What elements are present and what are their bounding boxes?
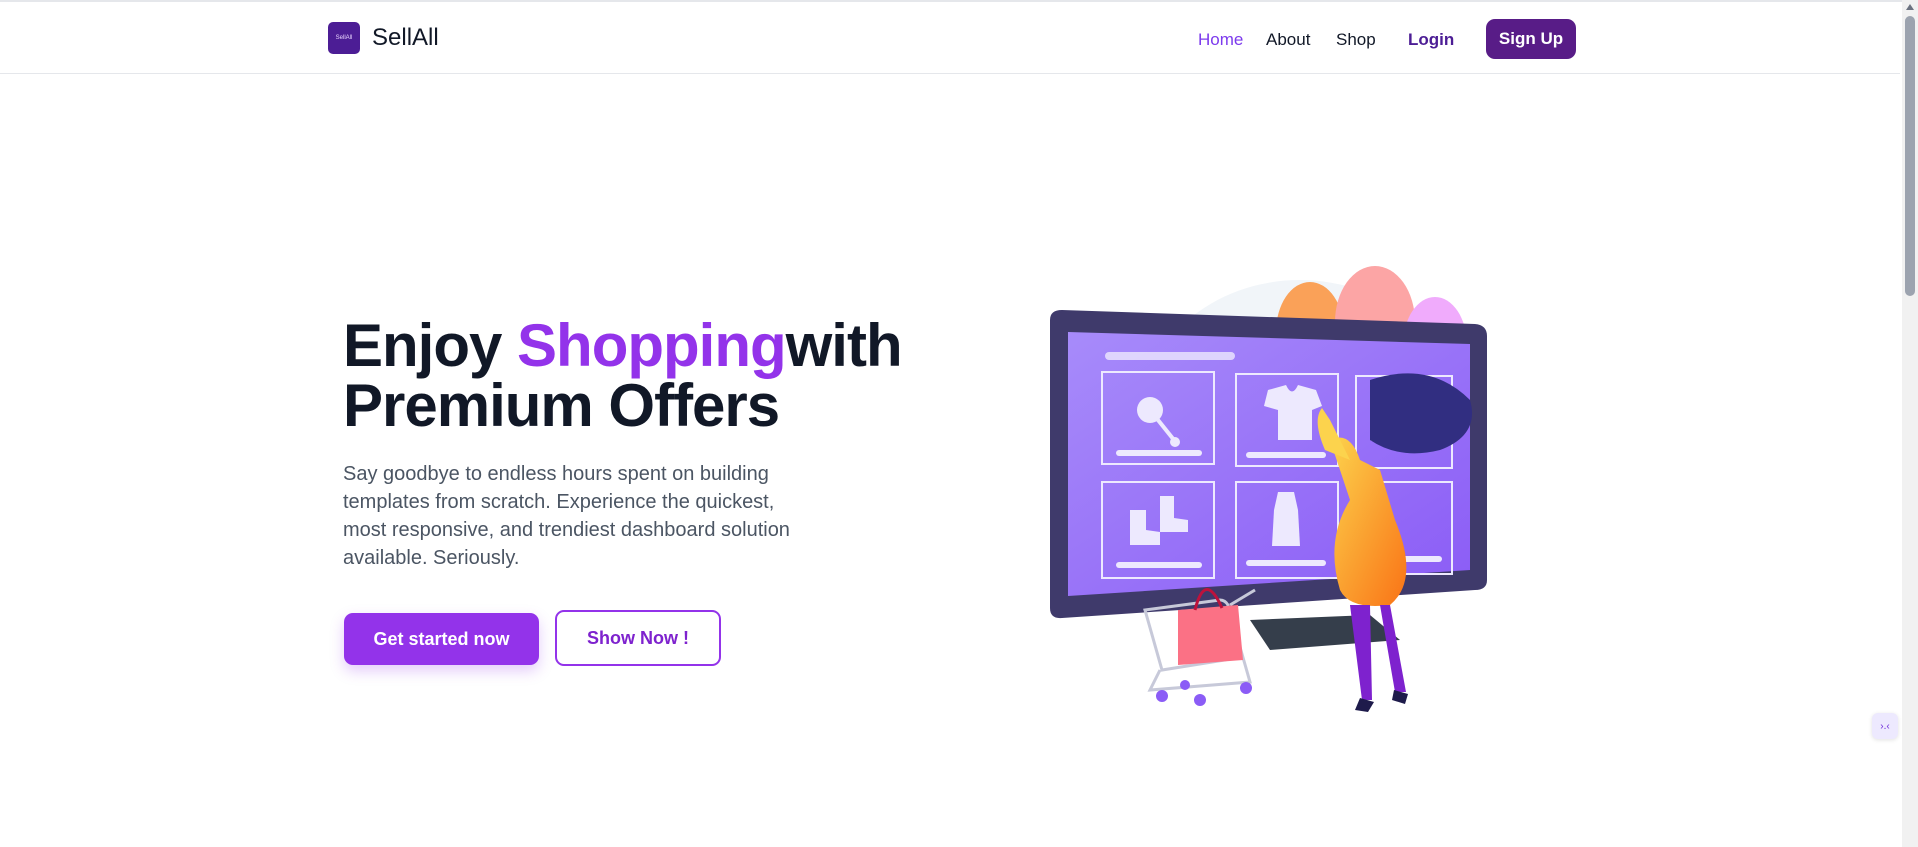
person-legs: [1350, 605, 1406, 700]
code-icon: ›.‹: [1880, 720, 1890, 732]
shopping-bag: [1178, 605, 1243, 665]
brand-logo: SellAll: [328, 22, 360, 54]
hero-title: Enjoy Shoppingwith Premium Offers: [343, 316, 943, 436]
nav-about[interactable]: About: [1266, 30, 1310, 50]
floating-widget[interactable]: ›.‹: [1872, 713, 1898, 739]
brand-logo-text: SellAll: [335, 35, 353, 41]
scroll-up-arrow-icon[interactable]: [1906, 4, 1914, 10]
signup-button[interactable]: Sign Up: [1486, 19, 1576, 59]
monitor-stand: [1250, 615, 1400, 650]
hero-description: Say goodbye to endless hours spent on bu…: [343, 463, 790, 569]
nav-shop[interactable]: Shop: [1336, 30, 1376, 50]
get-started-button[interactable]: Get started now: [344, 613, 539, 665]
scrollbar-thumb[interactable]: [1905, 16, 1915, 296]
shopping-illustration: A B C: [1050, 266, 1487, 712]
cart-wheel-3: [1240, 682, 1252, 694]
nav-home[interactable]: Home: [1198, 30, 1243, 50]
hero-title-pre: Enjoy: [343, 312, 518, 379]
show-now-button[interactable]: Show Now !: [555, 610, 721, 666]
hero-title-accent: Shopping: [517, 312, 787, 379]
login-link[interactable]: Login: [1408, 30, 1454, 50]
cart-wheel-4: [1180, 680, 1190, 690]
cart-wheel-1: [1156, 690, 1168, 702]
screen-header-bar: [1105, 352, 1235, 360]
cart-wheel-2: [1194, 694, 1206, 706]
brand-name: SellAll: [372, 24, 439, 51]
brand[interactable]: SellAll SellAll: [328, 22, 439, 54]
site-header: SellAll SellAll Home About Shop Login Si…: [0, 2, 1900, 74]
